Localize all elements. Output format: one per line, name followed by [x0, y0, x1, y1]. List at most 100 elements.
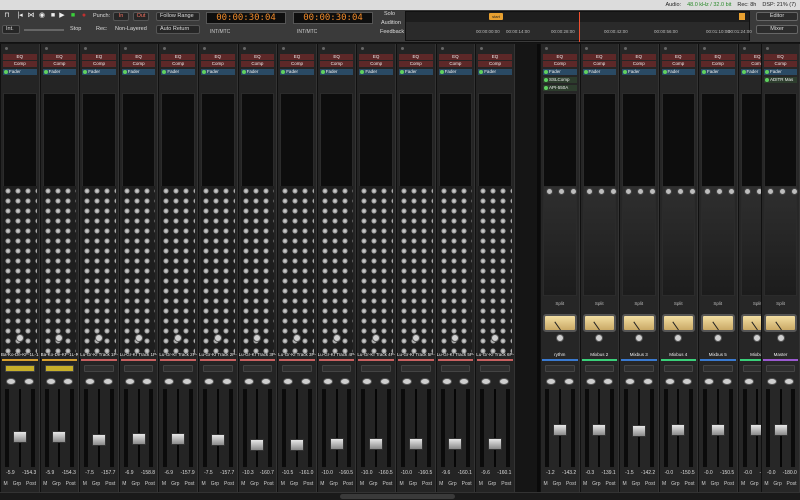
insert-power-icon[interactable]	[583, 70, 588, 74]
bus-knob[interactable]	[704, 188, 711, 195]
pan-knob[interactable]	[134, 334, 143, 342]
input-select[interactable]	[545, 365, 575, 372]
insert-power-icon[interactable]	[83, 70, 88, 74]
bus-knob[interactable]	[637, 188, 644, 195]
post-button[interactable]: Post	[566, 481, 576, 487]
pan-knob[interactable]	[332, 334, 341, 342]
fader-insert[interactable]: Fader	[161, 69, 195, 75]
m-button[interactable]: M	[241, 481, 245, 487]
comp-insert[interactable]: Comp	[582, 61, 616, 67]
track-name[interactable]: Lu-Gr-KI Track 4P-L	[318, 352, 356, 358]
strip-options-icon[interactable]	[480, 47, 484, 50]
insert-power-icon[interactable]	[623, 70, 627, 74]
strip-options-icon[interactable]	[624, 47, 627, 50]
channel-strip-knobs[interactable]	[121, 186, 156, 356]
grp-button[interactable]: Grp	[52, 481, 60, 487]
bus-knob[interactable]	[728, 188, 735, 195]
send-knob[interactable]	[362, 378, 373, 385]
bus-knob[interactable]	[597, 188, 605, 195]
send-knob[interactable]	[124, 378, 135, 385]
insert-power-icon[interactable]	[400, 70, 404, 74]
insert-power-icon[interactable]	[544, 78, 548, 82]
bus-processor-panel[interactable]	[622, 186, 656, 296]
mixer-button[interactable]: Mixer	[756, 25, 798, 34]
fader-track[interactable]	[137, 389, 140, 467]
bus-knob[interactable]	[743, 188, 751, 195]
eq-insert[interactable]: EQ	[478, 54, 512, 60]
fader-insert[interactable]: Fader	[582, 69, 616, 75]
fader-insert[interactable]: Fader	[82, 69, 116, 75]
bus-knob[interactable]	[791, 188, 798, 195]
lock-icon[interactable]: ⊓	[3, 12, 11, 20]
input-select[interactable]	[44, 365, 75, 372]
fader-insert[interactable]: Fader	[478, 69, 512, 75]
comp-insert[interactable]: Comp	[280, 61, 314, 67]
input-select[interactable]	[242, 365, 273, 372]
grp-button[interactable]: Grp	[92, 481, 100, 487]
eq-insert[interactable]: EQ	[622, 54, 656, 60]
eq-insert[interactable]: EQ	[82, 54, 116, 60]
send-knob[interactable]	[340, 378, 351, 385]
send-knob[interactable]	[322, 378, 333, 385]
int-sync-button[interactable]: Int.	[2, 25, 20, 34]
track-name[interactable]: Mixbus 3	[620, 352, 658, 358]
follow-range-button[interactable]: Follow Range	[156, 12, 200, 21]
insert-power-icon[interactable]	[320, 70, 325, 74]
solo-label[interactable]: Solo	[384, 11, 395, 17]
strip-options-icon[interactable]	[321, 47, 325, 50]
editor-button[interactable]: Editor	[756, 12, 798, 21]
track-name[interactable]: Ba-Ko-De-KF-1L-1	[1, 352, 39, 358]
fader-insert[interactable]: Fader	[201, 69, 235, 75]
bus-processor-panel[interactable]	[764, 186, 798, 296]
channel-strip-knobs[interactable]	[42, 186, 77, 356]
track-name[interactable]: Lu-Gr-KI Track 6P-L	[476, 352, 514, 358]
input-select[interactable]	[663, 365, 693, 372]
fader-track[interactable]	[414, 389, 417, 467]
insert-power-icon[interactable]	[122, 70, 127, 74]
bus-knob[interactable]	[609, 188, 617, 195]
eq-insert[interactable]: EQ	[661, 54, 695, 60]
comp-insert[interactable]: Comp	[201, 61, 235, 67]
bus-knob[interactable]	[546, 188, 553, 195]
fader-cap[interactable]	[552, 423, 567, 436]
fader-insert[interactable]: Fader	[3, 69, 37, 75]
bus-processor-panel[interactable]	[661, 186, 696, 296]
post-button[interactable]: Post	[787, 481, 797, 487]
comp-insert[interactable]: Comp	[42, 61, 77, 67]
pan-knob[interactable]	[674, 334, 683, 342]
track-name[interactable]: Lu-Gr-KI Track 2P-R	[199, 352, 237, 358]
track-name[interactable]: Lu-Gr-KI Track 1P-L	[80, 352, 118, 358]
start-marker[interactable]: start	[489, 13, 503, 20]
insert-power-icon[interactable]	[702, 70, 706, 74]
channel-strip-knobs[interactable]	[201, 186, 235, 356]
track-name[interactable]: Lu-Gr-KI Track 3P-R	[278, 352, 316, 358]
fader-insert[interactable]: Fader	[280, 69, 314, 75]
fader-cap[interactable]	[171, 432, 186, 445]
post-button[interactable]: Post	[422, 481, 432, 487]
fader-track[interactable]	[256, 389, 259, 467]
send-knob[interactable]	[603, 378, 613, 385]
pan-knob[interactable]	[15, 334, 24, 342]
pan-knob[interactable]	[490, 334, 499, 342]
send-knob[interactable]	[402, 378, 412, 385]
eq-insert[interactable]: EQ	[3, 54, 37, 60]
fader-insert[interactable]: Fader	[359, 69, 393, 75]
bus-knob[interactable]	[716, 188, 723, 195]
channel-strip-knobs[interactable]	[359, 186, 393, 356]
send-knob[interactable]	[481, 378, 492, 385]
post-button[interactable]: Post	[66, 481, 76, 487]
m-button[interactable]: M	[281, 481, 285, 487]
bus-knob[interactable]	[779, 188, 786, 195]
input-select[interactable]	[282, 365, 312, 372]
send-knob[interactable]	[642, 378, 653, 385]
insert-power-icon[interactable]	[741, 70, 746, 74]
channel-strip-knobs[interactable]	[240, 186, 275, 356]
fader-track[interactable]	[58, 389, 61, 467]
pan-knob[interactable]	[94, 334, 103, 342]
fader-track[interactable]	[335, 389, 338, 467]
auto-return-button[interactable]: Auto Return	[156, 25, 200, 34]
eq-insert[interactable]: EQ	[764, 54, 797, 60]
input-select[interactable]	[123, 365, 154, 372]
m-button[interactable]: M	[543, 481, 547, 487]
insert-power-icon[interactable]	[544, 86, 548, 90]
